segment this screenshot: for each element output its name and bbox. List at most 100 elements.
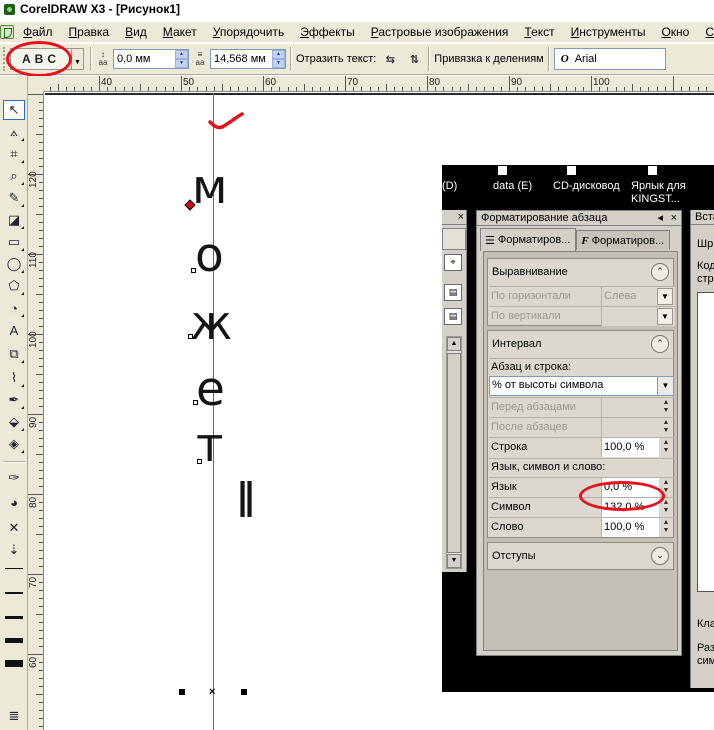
more-tools-icon[interactable]: ≣ bbox=[3, 706, 25, 726]
selection-handle[interactable] bbox=[241, 689, 247, 695]
char-node[interactable] bbox=[197, 459, 202, 464]
text-path-preset-picker[interactable]: ABC ▼ bbox=[10, 46, 86, 72]
indents-header[interactable]: Отступы ⌄ bbox=[488, 543, 673, 569]
font-list-box[interactable]: O Arial bbox=[553, 48, 666, 70]
spin-down-icon[interactable]: ▼ bbox=[175, 59, 188, 68]
fill-tool-icon[interactable]: ⬙ bbox=[3, 412, 25, 432]
interactive-fill-tool-icon[interactable]: ◈ bbox=[3, 434, 25, 454]
menu-item-8[interactable]: Инструменты bbox=[562, 22, 653, 42]
collapse-arrow-icon[interactable]: ◂ bbox=[657, 211, 663, 225]
offset-y-input[interactable]: 14,568 мм ▲ ▼ bbox=[210, 49, 286, 69]
scroll-thumb[interactable] bbox=[447, 353, 461, 553]
mirror-vertical-icon[interactable]: ⇅ bbox=[404, 49, 424, 69]
vertical-ruler[interactable]: 120 110 100 90 80 70 60 bbox=[28, 92, 44, 730]
spinner-icon[interactable]: ▲ ▼ bbox=[659, 499, 673, 516]
chevron-down-icon[interactable]: ▼ bbox=[657, 308, 673, 325]
menu-item-6[interactable]: Растровые изображения bbox=[362, 22, 516, 42]
zoom-tool-icon[interactable]: ⌕ bbox=[3, 166, 25, 186]
docker-tab[interactable] bbox=[442, 228, 466, 250]
spin-up-icon[interactable]: ▲ bbox=[175, 50, 188, 59]
hairline-outline-icon[interactable]: ⇣ bbox=[3, 540, 25, 560]
path-text-char[interactable]: ж bbox=[190, 300, 232, 347]
pick-tool-icon[interactable]: ↖ bbox=[3, 100, 25, 120]
outline-width-thick[interactable] bbox=[5, 638, 23, 643]
scroll-down-icon[interactable]: ▼ bbox=[447, 554, 461, 568]
spacing-header[interactable]: Интервал ⌃ bbox=[488, 331, 673, 357]
spinner-icon[interactable]: ▲ ▼ bbox=[659, 519, 673, 536]
binoculars-icon[interactable]: ⌖ bbox=[444, 254, 462, 271]
menu-item-2[interactable]: Вид bbox=[116, 22, 154, 42]
freehand-tool-icon[interactable]: ✎ bbox=[3, 188, 25, 208]
spin-down-icon[interactable]: ▼ bbox=[272, 59, 285, 68]
outline-tool-icon[interactable]: ✒ bbox=[3, 390, 25, 410]
spacing-mode-select[interactable]: % от высоты символа ▼ bbox=[489, 376, 674, 396]
tab-character-formatting[interactable]: F Форматиров... bbox=[576, 230, 671, 250]
word-spacing-input[interactable]: 100,0 % bbox=[601, 518, 659, 537]
char-node[interactable] bbox=[191, 268, 196, 273]
outline-width-extra-thick[interactable] bbox=[5, 660, 23, 667]
spinner-icon[interactable]: ▲ ▼ bbox=[659, 419, 673, 436]
no-outline-icon[interactable]: ✕ bbox=[3, 518, 25, 538]
character-spacing-input[interactable]: 132,0 % bbox=[601, 498, 659, 517]
color-palette-icon[interactable]: ◕ bbox=[3, 492, 25, 512]
scroll-up-icon[interactable]: ▲ bbox=[447, 337, 461, 351]
chevron-down-icon[interactable]: ▼ bbox=[72, 48, 84, 70]
collapse-section-icon[interactable]: ⌃ bbox=[651, 263, 669, 281]
menu-item-7[interactable]: Текст bbox=[515, 22, 561, 42]
path-text-char[interactable]: ll bbox=[236, 478, 256, 525]
rectangle-tool-icon[interactable]: ▭ bbox=[3, 232, 25, 252]
line-spacing-input[interactable]: 100,0 % bbox=[601, 438, 659, 457]
outline-pen-icon[interactable]: ✑ bbox=[3, 468, 25, 488]
shape-tool-icon[interactable]: ⟑ bbox=[3, 122, 25, 142]
character-grid[interactable] bbox=[697, 292, 714, 592]
left-docker-scrollbar[interactable]: ▲ ▼ bbox=[446, 336, 462, 569]
text-path-preset-preview[interactable]: ABC bbox=[10, 48, 72, 70]
selection-handle[interactable] bbox=[179, 689, 185, 695]
menu-item-0[interactable]: Файл bbox=[14, 22, 60, 42]
spin-up-icon[interactable]: ▲ bbox=[272, 50, 285, 59]
collapse-section-icon[interactable]: ⌃ bbox=[651, 335, 669, 353]
char-node[interactable] bbox=[188, 334, 193, 339]
polygon-tool-icon[interactable]: ⬠ bbox=[3, 276, 25, 296]
offset-x-input[interactable]: 0,0 мм ▲ ▼ bbox=[113, 49, 189, 69]
selection-center-icon[interactable]: × bbox=[209, 687, 215, 698]
spinner-icon[interactable]: ▲ ▼ bbox=[659, 479, 673, 496]
eyedropper-tool-icon[interactable]: ⌇ bbox=[3, 368, 25, 388]
path-text-char[interactable]: е bbox=[196, 366, 225, 413]
desktop-drive-d[interactable]: (D) bbox=[442, 180, 457, 193]
mirror-horizontal-icon[interactable]: ⇆ bbox=[380, 49, 400, 69]
close-icon[interactable]: × bbox=[671, 211, 677, 225]
ruler-origin[interactable] bbox=[28, 76, 44, 92]
path-text-char[interactable]: м bbox=[192, 164, 227, 211]
menu-item-3[interactable]: Макет bbox=[154, 22, 204, 42]
toolbar-grip[interactable] bbox=[3, 47, 6, 71]
before-paragraph-input[interactable] bbox=[601, 398, 659, 417]
char-node[interactable] bbox=[193, 400, 198, 405]
crop-tool-icon[interactable]: ⌗ bbox=[3, 144, 25, 164]
desktop-drive-e[interactable]: data (E) bbox=[493, 180, 532, 193]
menu-item-9[interactable]: Окно bbox=[652, 22, 696, 42]
menu-item-4[interactable]: Упорядочить bbox=[204, 22, 291, 42]
document-control-menu[interactable] bbox=[0, 23, 14, 41]
ellipse-tool-icon[interactable]: ◯ bbox=[3, 254, 25, 274]
outline-width-medium[interactable] bbox=[5, 616, 23, 619]
desktop-cd-drive[interactable]: CD-дисковод bbox=[553, 180, 620, 193]
outline-width-hairline[interactable] bbox=[5, 568, 23, 569]
alignment-header[interactable]: Выравнивание ⌃ bbox=[488, 259, 673, 285]
close-icon[interactable]: × bbox=[458, 210, 464, 224]
desktop-kingston-shortcut[interactable]: Ярлык для KINGST... bbox=[631, 180, 691, 206]
horizontal-ruler[interactable]: 40 50 60 70 80 90 100 bbox=[28, 76, 714, 92]
page-icon[interactable]: ▤ bbox=[444, 284, 462, 301]
menu-item-5[interactable]: Эффекты bbox=[291, 22, 362, 42]
outline-width-thin[interactable] bbox=[5, 592, 23, 594]
language-spacing-input[interactable]: 0,0 % bbox=[601, 478, 659, 497]
basic-shapes-tool-icon[interactable]: ◔ bbox=[3, 298, 25, 318]
after-paragraph-input[interactable] bbox=[601, 418, 659, 437]
snap-to-ticks-button[interactable]: Привязка к делениям bbox=[434, 53, 543, 65]
path-text-char[interactable]: о bbox=[195, 232, 224, 279]
menu-item-1[interactable]: Правка bbox=[60, 22, 117, 42]
text-tool-icon[interactable]: A bbox=[3, 320, 25, 340]
spinner-icon[interactable]: ▲ ▼ bbox=[659, 399, 673, 416]
interactive-blend-tool-icon[interactable]: ⧉ bbox=[3, 344, 25, 364]
menu-item-10[interactable]: Спр bbox=[696, 22, 714, 42]
